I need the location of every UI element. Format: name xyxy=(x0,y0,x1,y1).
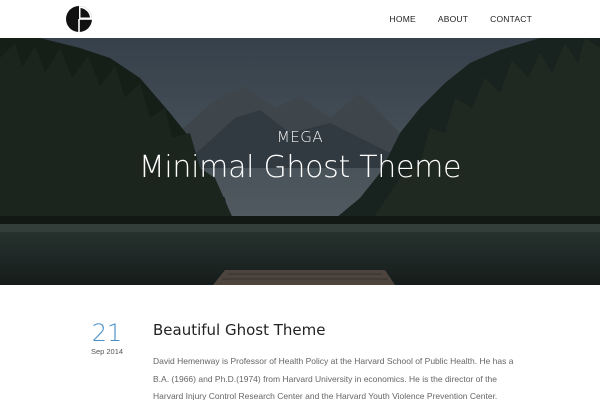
hero-text: MEGA Minimal Ghost Theme xyxy=(0,38,600,285)
hero-banner: MEGA Minimal Ghost Theme xyxy=(0,38,600,285)
post-preview: 21 Sep 2014 Beautiful Ghost Theme David … xyxy=(0,285,600,400)
hero-kicker: MEGA xyxy=(276,128,324,146)
main-nav: HOME ABOUT CONTACT xyxy=(390,0,532,38)
post-date-day: 21 xyxy=(91,319,123,347)
hero-title: Minimal Ghost Theme xyxy=(138,150,462,185)
pie-chart-logo-icon xyxy=(66,6,92,32)
nav-about-link[interactable]: ABOUT xyxy=(438,14,468,24)
post-excerpt: David Hemenway is Professor of Health Po… xyxy=(153,356,514,400)
site-header: HOME ABOUT CONTACT xyxy=(0,0,600,38)
logo-link[interactable] xyxy=(65,5,93,33)
post-title-link[interactable]: Beautiful Ghost Theme xyxy=(153,321,326,339)
post-date-month-year: Sep 2014 xyxy=(90,347,124,356)
nav-home-link[interactable]: HOME xyxy=(390,14,416,24)
post-date: 21 Sep 2014 xyxy=(82,321,132,356)
nav-contact-link[interactable]: CONTACT xyxy=(490,14,532,24)
